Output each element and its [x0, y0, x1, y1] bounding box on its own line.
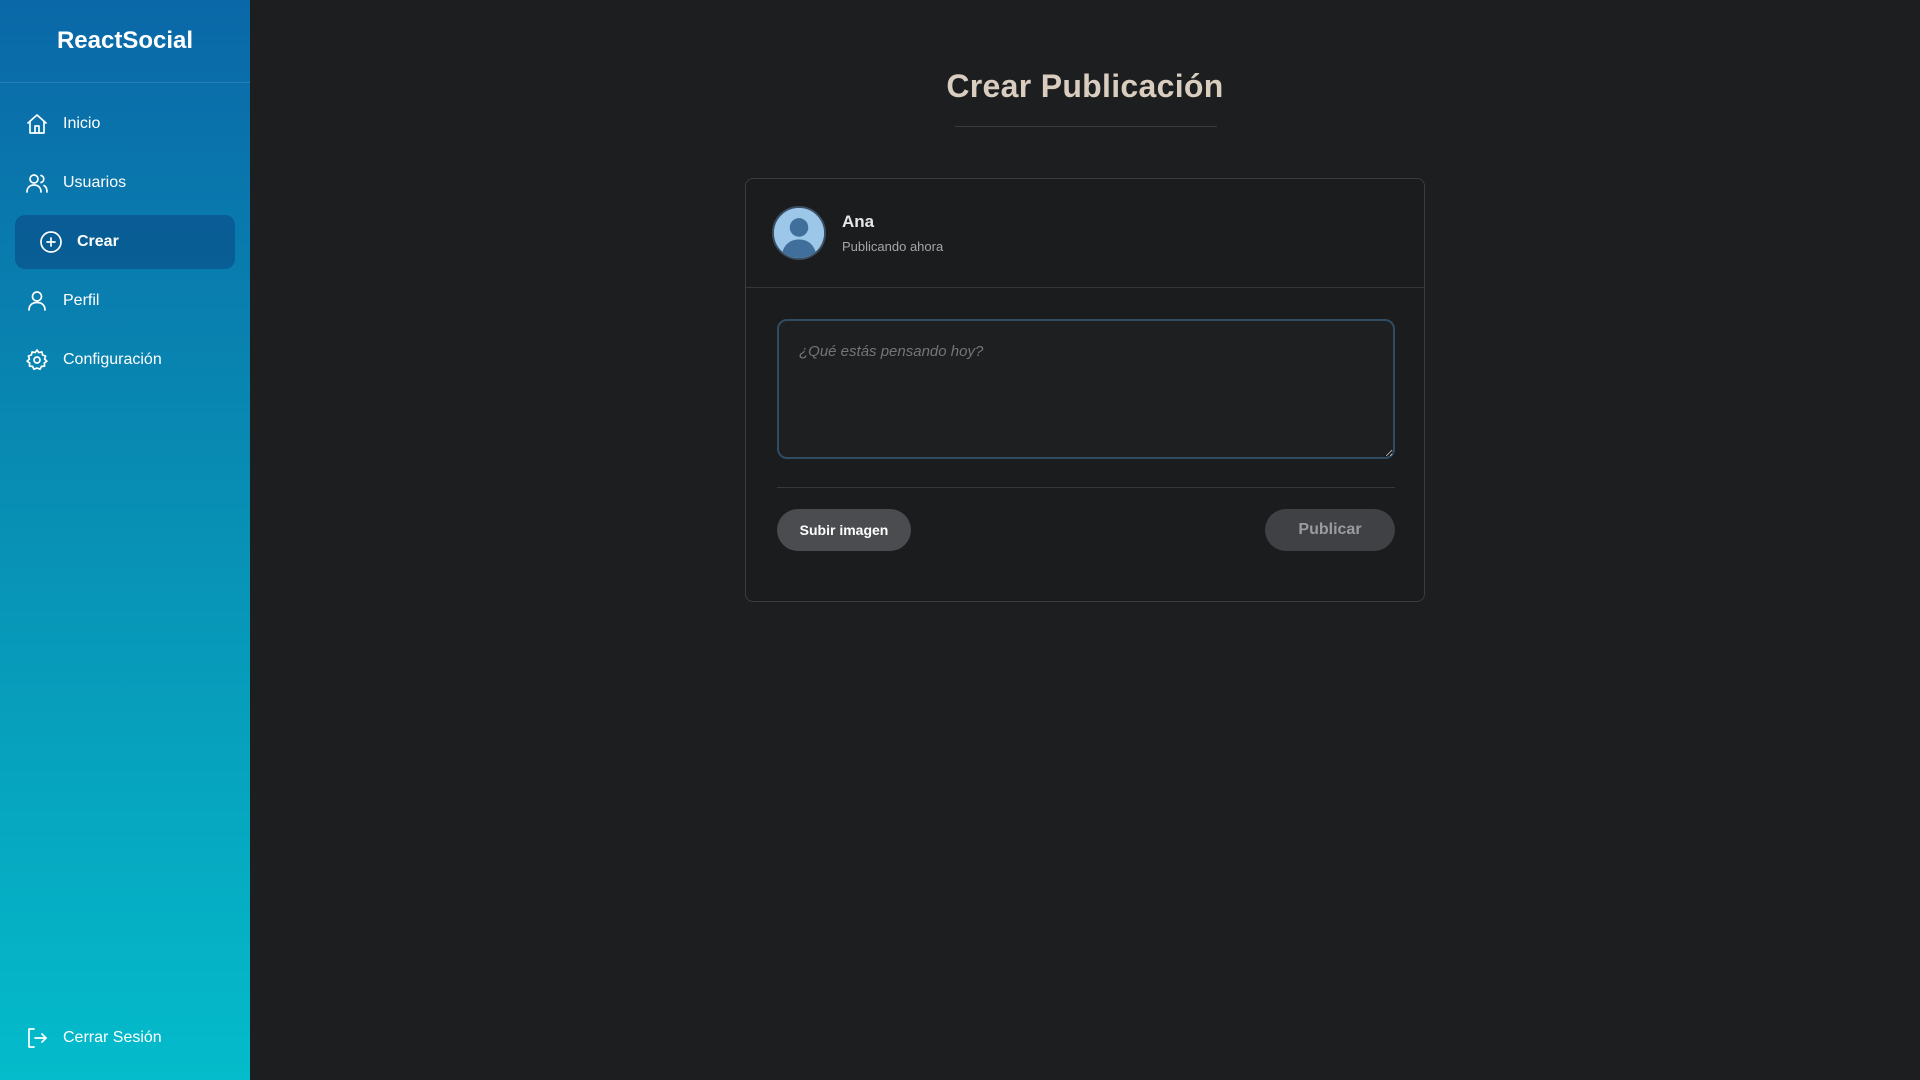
- sidebar-item-configuracion[interactable]: Configuración: [15, 333, 235, 387]
- sidebar-nav: Inicio Usuarios Crear Perfil Configuraci…: [0, 83, 250, 387]
- brand-logo[interactable]: ReactSocial: [0, 0, 250, 83]
- sidebar-item-usuarios[interactable]: Usuarios: [15, 156, 235, 210]
- post-author-header: Ana Publicando ahora: [746, 179, 1424, 288]
- title-divider: [955, 126, 1217, 127]
- publish-button[interactable]: Publicar: [1265, 509, 1395, 551]
- logout-button[interactable]: Cerrar Sesión: [25, 1026, 162, 1050]
- home-icon: [25, 112, 49, 136]
- users-icon: [25, 171, 49, 195]
- avatar-placeholder-icon: [774, 208, 824, 258]
- avatar: [772, 206, 826, 260]
- post-content-input[interactable]: [777, 319, 1395, 459]
- sidebar-item-label: Configuración: [63, 351, 162, 368]
- sidebar-item-label: Crear: [77, 233, 119, 250]
- sidebar-item-label: Usuarios: [63, 174, 127, 191]
- create-post-card: Ana Publicando ahora Subir imagen Public…: [745, 178, 1425, 602]
- author-status: Publicando ahora: [842, 239, 944, 254]
- sidebar-item-inicio[interactable]: Inicio: [15, 97, 235, 151]
- sidebar-item-label: Perfil: [63, 292, 100, 309]
- author-name: Ana: [842, 212, 875, 231]
- sidebar: ReactSocial Inicio Usuarios Crear Perfil: [0, 0, 250, 1080]
- logout-icon: [25, 1026, 49, 1050]
- logout-label: Cerrar Sesión: [63, 1029, 162, 1046]
- author-info: Ana Publicando ahora: [842, 212, 943, 254]
- sidebar-item-label: Inicio: [63, 115, 101, 132]
- upload-image-button[interactable]: Subir imagen: [777, 509, 911, 551]
- gear-icon: [25, 348, 49, 372]
- user-icon: [25, 289, 49, 313]
- sidebar-item-perfil[interactable]: Perfil: [15, 274, 235, 328]
- page-title: Crear Publicación: [946, 68, 1224, 104]
- main-content: Crear Publicación Ana Publicando ahora S…: [250, 0, 1920, 1080]
- plus-circle-icon: [39, 230, 63, 254]
- sidebar-item-crear[interactable]: Crear: [15, 215, 235, 269]
- card-divider: [777, 487, 1395, 488]
